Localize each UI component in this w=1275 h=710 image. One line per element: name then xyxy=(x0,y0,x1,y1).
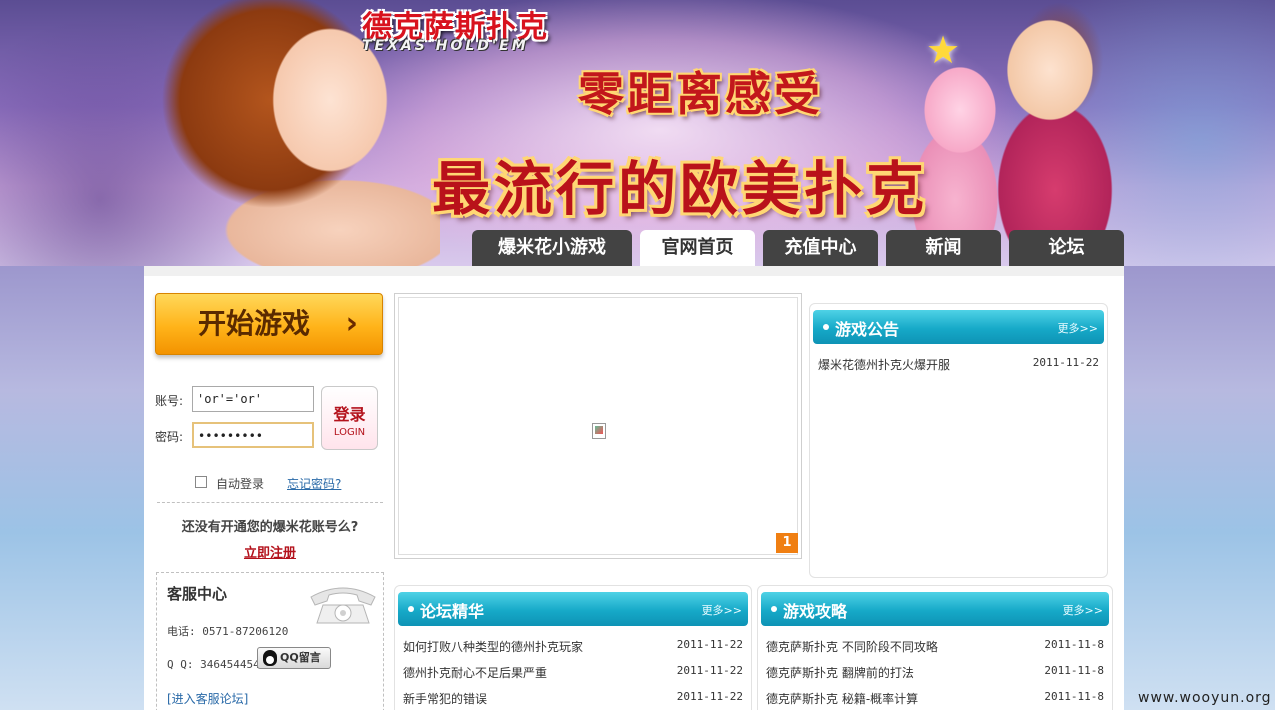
list-item-title[interactable]: 德克萨斯扑克 翻牌前的打法 xyxy=(766,664,914,681)
forgot-password-link[interactable]: 忘记密码? xyxy=(287,475,341,492)
telephone-icon xyxy=(310,587,376,624)
list-item[interactable]: 德州扑克耐心不足后果严重 2011-11-22 xyxy=(403,664,743,682)
list-item-date: 2011-11-22 xyxy=(676,664,743,677)
login-button-label-en: LOGIN xyxy=(333,427,366,438)
login-button[interactable]: 登录 LOGIN xyxy=(321,386,378,450)
customer-service-title: 客服中心 xyxy=(167,585,228,603)
slideshow-frame xyxy=(398,297,798,555)
list-item-title[interactable]: 德克萨斯扑克 秘籍-概率计算 xyxy=(766,690,918,707)
list-item[interactable]: 德克萨斯扑克 秘籍-概率计算 2011-11-8 xyxy=(766,690,1104,708)
game-notice-header: 游戏公告 更多>> xyxy=(813,310,1104,344)
chevron-right-icon: › xyxy=(345,306,358,341)
account-label: 账号: xyxy=(155,394,184,408)
start-game-label: 开始游戏 xyxy=(198,307,311,340)
list-item-title[interactable]: 德克萨斯扑克 不同阶段不同攻略 xyxy=(766,638,938,655)
main-content: 开始游戏 › 账号: 'or'='or' 密码: ••••••••• 登录 LO… xyxy=(144,266,1124,710)
register-prompt: 还没有开通您的爆米花账号么? xyxy=(181,520,359,535)
register-link[interactable]: 立即注册 xyxy=(157,542,383,561)
list-item-title[interactable]: 爆米花德州扑克火爆开服 xyxy=(818,356,950,373)
nav-tab-popcorn-games[interactable]: 爆米花小游戏 xyxy=(472,230,632,266)
bullet-icon xyxy=(771,606,777,612)
forum-highlights-title: 论坛精华 xyxy=(420,602,485,621)
service-forum-link[interactable]: [进入客服论坛] xyxy=(167,690,248,707)
game-guide-more-link[interactable]: 更多>> xyxy=(1063,602,1103,618)
list-item-title[interactable]: 新手常犯的错误 xyxy=(403,690,487,707)
service-qq: Q Q: 346454454 xyxy=(167,658,260,671)
list-item[interactable]: 德克萨斯扑克 翻牌前的打法 2011-11-8 xyxy=(766,664,1104,682)
list-item-title[interactable]: 德州扑克耐心不足后果严重 xyxy=(403,664,547,681)
list-item-date: 2011-11-22 xyxy=(676,638,743,651)
qq-message-label: QQ留言 xyxy=(280,651,321,664)
auto-login-checkbox[interactable] xyxy=(195,476,207,488)
bullet-icon xyxy=(823,324,829,330)
game-guide-title: 游戏攻略 xyxy=(783,602,848,621)
nav-tab-recharge[interactable]: 充值中心 xyxy=(763,230,878,266)
header-banner: ★ 德克萨斯扑克 TEXAS HOLD'EM 零距离感受 最流行的欧美扑克 爆米… xyxy=(0,0,1275,266)
game-guide-header: 游戏攻略 更多>> xyxy=(761,592,1109,626)
forum-highlights-more-link[interactable]: 更多>> xyxy=(702,602,742,618)
game-notice-box: 游戏公告 更多>> 爆米花德州扑克火爆开服 2011-11-22 xyxy=(809,303,1108,578)
account-input[interactable]: 'or'='or' xyxy=(192,386,314,412)
password-input[interactable]: ••••••••• xyxy=(192,422,314,448)
game-notice-more-link[interactable]: 更多>> xyxy=(1058,320,1098,336)
auto-login-label: 自动登录 xyxy=(216,477,265,491)
qq-penguin-icon xyxy=(263,650,277,666)
promo-slideshow[interactable]: 1 xyxy=(394,293,802,559)
list-item[interactable]: 如何打败八种类型的德州扑克玩家 2011-11-22 xyxy=(403,638,743,656)
list-item-date: 2011-11-8 xyxy=(1044,690,1104,703)
divider xyxy=(157,502,383,503)
banner-slogan-1: 零距离感受 xyxy=(578,67,823,121)
star-icon: ★ xyxy=(926,28,961,72)
bullet-icon xyxy=(408,606,414,612)
list-item-date: 2011-11-22 xyxy=(1032,356,1099,369)
forum-highlights-box: 论坛精华 更多>> 如何打败八种类型的德州扑克玩家 2011-11-22 德州扑… xyxy=(394,585,752,710)
game-logo-subtitle: TEXAS HOLD'EM xyxy=(362,38,529,54)
list-item[interactable]: 爆米花德州扑克火爆开服 2011-11-22 xyxy=(818,356,1099,374)
game-notice-title: 游戏公告 xyxy=(835,320,900,339)
list-item[interactable]: 德克萨斯扑克 不同阶段不同攻略 2011-11-8 xyxy=(766,638,1104,656)
login-button-label: 登录 xyxy=(333,405,366,424)
slideshow-page-indicator[interactable]: 1 xyxy=(776,533,798,553)
main-nav: 爆米花小游戏 官网首页 充值中心 新闻 论坛 xyxy=(472,230,1124,266)
forum-highlights-header: 论坛精华 更多>> xyxy=(398,592,748,626)
broken-image-icon xyxy=(592,423,606,439)
list-item[interactable]: 新手常犯的错误 2011-11-22 xyxy=(403,690,743,708)
customer-service-panel: 客服中心 电话: 0571-87206120 Q Q: 346454454 QQ… xyxy=(156,572,384,710)
game-guide-box: 游戏攻略 更多>> 德克萨斯扑克 不同阶段不同攻略 2011-11-8 德克萨斯… xyxy=(757,585,1113,710)
service-phone: 电话: 0571-87206120 xyxy=(167,625,289,638)
nav-tab-news[interactable]: 新闻 xyxy=(886,230,1001,266)
watermark: www.wooyun.org xyxy=(1138,690,1272,706)
start-game-button[interactable]: 开始游戏 › xyxy=(155,293,383,355)
nav-tab-forum[interactable]: 论坛 xyxy=(1009,230,1124,266)
password-label: 密码: xyxy=(155,430,184,444)
nav-tab-home[interactable]: 官网首页 xyxy=(640,230,755,266)
list-item-date: 2011-11-8 xyxy=(1044,664,1104,677)
qq-message-button[interactable]: QQ留言 xyxy=(257,647,331,669)
list-item-date: 2011-11-22 xyxy=(676,690,743,703)
list-item-title[interactable]: 如何打败八种类型的德州扑克玩家 xyxy=(403,638,583,655)
banner-slogan-2: 最流行的欧美扑克 xyxy=(432,155,929,223)
list-item-date: 2011-11-8 xyxy=(1044,638,1104,651)
